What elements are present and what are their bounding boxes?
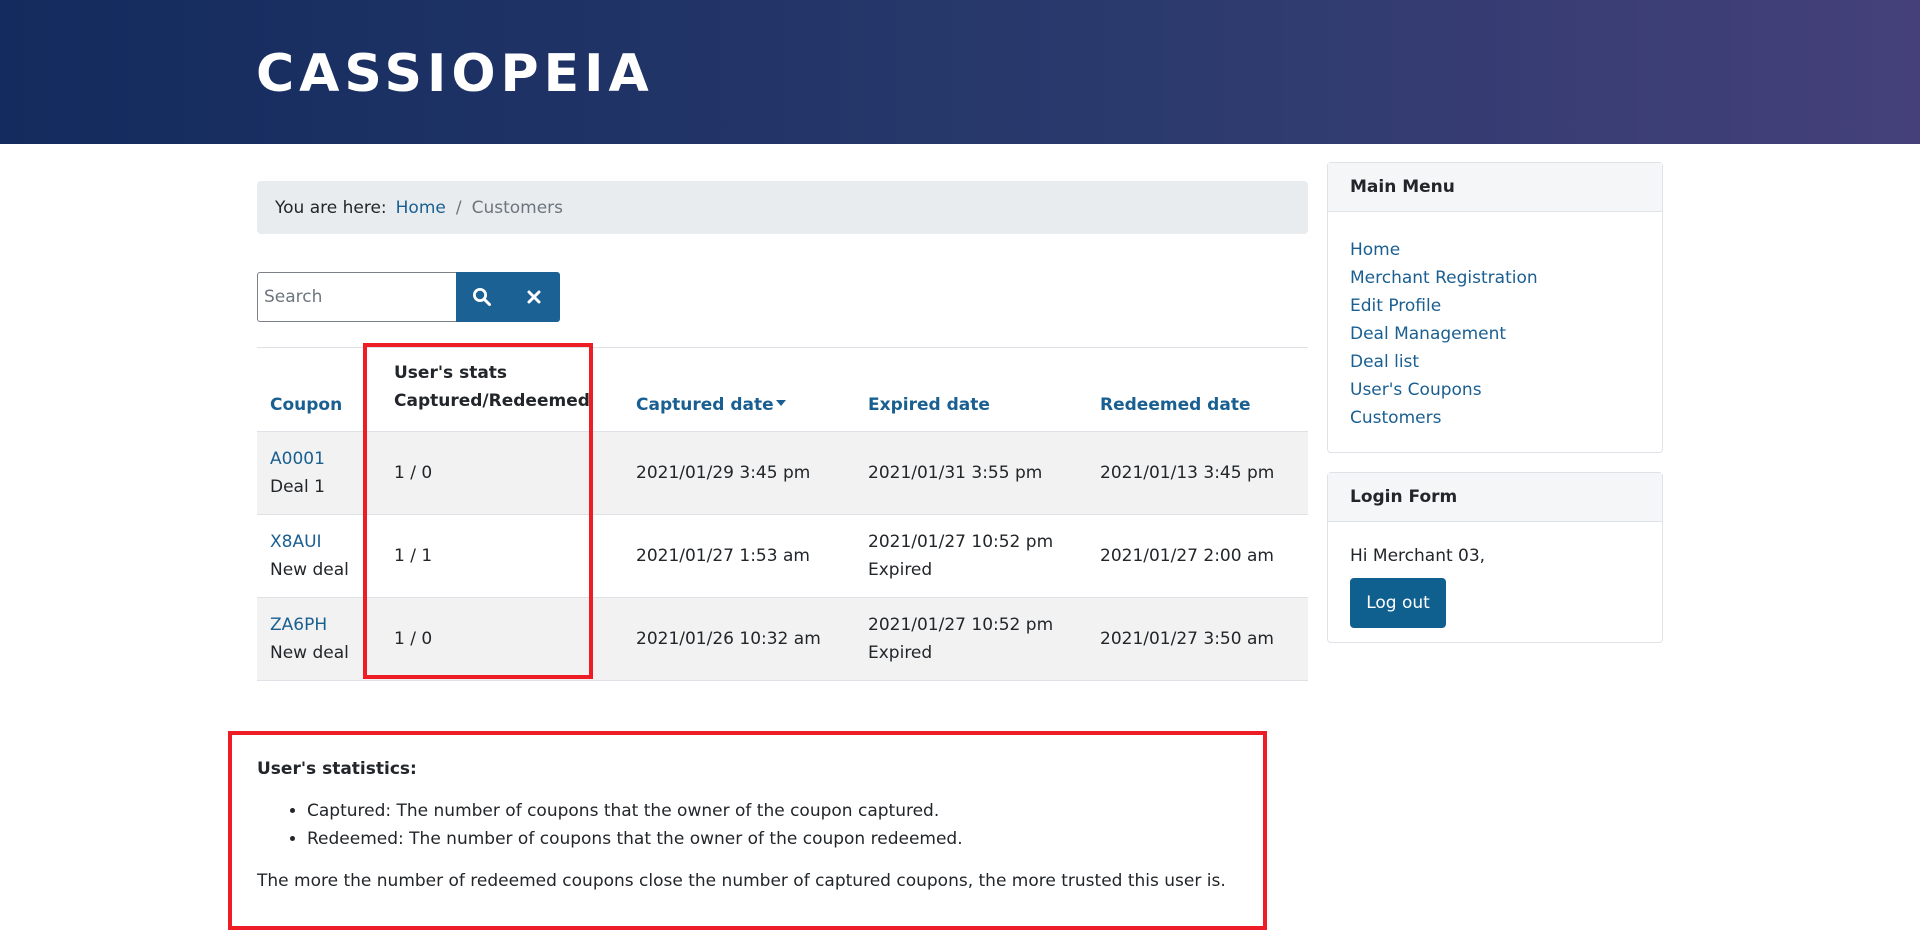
table-row: X8AUI New deal 1 / 1 2021/01/27 1:53 am 2… — [257, 514, 1308, 598]
th-stats-line2: Captured/Redeemed — [394, 390, 590, 411]
menu-link[interactable]: User's Coupons — [1350, 380, 1482, 400]
clear-search-button[interactable] — [508, 272, 560, 322]
menu-link[interactable]: Customers — [1350, 408, 1441, 428]
menu-link[interactable]: Deal Management — [1350, 324, 1506, 344]
expired-date: 2021/01/27 10:52 pm — [868, 531, 1054, 552]
menu-link[interactable]: Merchant Registration — [1350, 268, 1538, 288]
cell-expired-date: 2021/01/27 10:52 pm Expired — [855, 514, 1087, 598]
menu-item-deal-list[interactable]: Deal list — [1350, 348, 1662, 376]
cell-coupon: ZA6PH New deal — [257, 597, 381, 681]
cell-expired-date: 2021/01/27 10:52 pm Expired — [855, 597, 1087, 681]
cell-stats: 1 / 0 — [381, 431, 623, 515]
stats-info-title: User's statistics: — [257, 759, 417, 779]
site-header: CASSIOPEIA — [0, 0, 1920, 144]
search-input[interactable] — [257, 272, 456, 322]
expired-status: Expired — [868, 559, 933, 580]
login-greeting: Hi Merchant 03, — [1350, 546, 1486, 566]
main-content: You are here: Home / Customers Search Co… — [257, 181, 1308, 681]
customers-table: Coupon User's stats Captured/Redeemed Ca… — [257, 348, 1308, 681]
cell-redeemed-date: 2021/01/13 3:45 pm — [1087, 431, 1308, 515]
expired-status: Expired — [868, 642, 933, 663]
login-form-card: Login Form Hi Merchant 03, Log out — [1327, 472, 1663, 643]
cell-coupon: X8AUI New deal — [257, 514, 381, 598]
coupon-code-link[interactable]: ZA6PH — [270, 615, 327, 635]
deal-name: New deal — [270, 559, 349, 580]
menu-link[interactable]: Edit Profile — [1350, 296, 1441, 316]
menu-item-home[interactable]: Home — [1350, 236, 1662, 264]
cell-captured-date: 2021/01/29 3:45 pm — [623, 431, 855, 515]
cell-redeemed-date: 2021/01/27 3:50 am — [1087, 597, 1308, 681]
deal-name: Deal 1 — [270, 476, 325, 497]
login-form-body: Hi Merchant 03, Log out — [1328, 522, 1662, 628]
coupon-code-link[interactable]: A0001 — [270, 449, 325, 469]
expired-date: 2021/01/31 3:55 pm — [868, 462, 1043, 483]
cell-stats: 1 / 1 — [381, 514, 623, 598]
cell-stats: 1 / 0 — [381, 597, 623, 681]
table-row: A0001 Deal 1 1 / 0 2021/01/29 3:45 pm 202… — [257, 431, 1308, 515]
breadcrumb-prefix: You are here: — [275, 197, 387, 218]
menu-item-edit-profile[interactable]: Edit Profile — [1350, 292, 1662, 320]
stats-info-note: The more the number of redeemed coupons … — [257, 871, 1226, 891]
user-statistics-info: User's statistics: Captured: The number … — [257, 759, 1257, 891]
list-item: Redeemed: The number of coupons that the… — [307, 825, 1257, 853]
breadcrumb-separator: / — [455, 197, 462, 218]
th-redeemed-date[interactable]: Redeemed date — [1087, 348, 1308, 432]
menu-item-customers[interactable]: Customers — [1350, 404, 1662, 432]
coupon-code-link[interactable]: X8AUI — [270, 532, 322, 552]
cell-captured-date: 2021/01/27 1:53 am — [623, 514, 855, 598]
th-coupon-label[interactable]: Coupon — [270, 395, 342, 415]
search-button[interactable] — [456, 272, 508, 322]
expired-date: 2021/01/27 10:52 pm — [868, 614, 1054, 635]
th-expired-label[interactable]: Expired date — [868, 395, 990, 415]
stats-info-list: Captured: The number of coupons that the… — [307, 797, 1257, 853]
cell-redeemed-date: 2021/01/27 2:00 am — [1087, 514, 1308, 598]
site-brand[interactable]: CASSIOPEIA — [256, 44, 654, 104]
th-captured-label[interactable]: Captured date — [636, 395, 774, 415]
th-captured-date[interactable]: Captured date — [623, 348, 855, 432]
logout-button[interactable]: Log out — [1350, 578, 1446, 628]
main-menu-title: Main Menu — [1328, 163, 1662, 212]
cell-coupon: A0001 Deal 1 — [257, 431, 381, 515]
deal-name: New deal — [270, 642, 349, 663]
menu-link[interactable]: Deal list — [1350, 352, 1419, 372]
menu-link[interactable]: Home — [1350, 240, 1400, 260]
th-coupon[interactable]: Coupon — [257, 348, 381, 432]
breadcrumb-current: Customers — [471, 197, 564, 218]
close-icon — [527, 290, 541, 304]
th-stats-line1: User's stats — [394, 362, 508, 383]
main-menu-list: Home Merchant Registration Edit Profile … — [1328, 212, 1662, 432]
search-button-group — [456, 272, 560, 322]
login-form-title: Login Form — [1328, 473, 1662, 522]
main-menu-card: Main Menu Home Merchant Registration Edi… — [1327, 162, 1663, 453]
customers-table-wrapper: Coupon User's stats Captured/Redeemed Ca… — [257, 347, 1308, 681]
th-expired-date[interactable]: Expired date — [855, 348, 1087, 432]
breadcrumb: You are here: Home / Customers — [257, 181, 1308, 234]
table-row: ZA6PH New deal 1 / 0 2021/01/26 10:32 am … — [257, 597, 1308, 681]
th-user-stats: User's stats Captured/Redeemed — [381, 348, 623, 432]
table-header-row: Coupon User's stats Captured/Redeemed Ca… — [257, 348, 1308, 432]
breadcrumb-home-link[interactable]: Home — [396, 198, 446, 218]
search-bar — [257, 272, 1308, 322]
cell-expired-date: 2021/01/31 3:55 pm — [855, 431, 1087, 515]
list-item: Captured: The number of coupons that the… — [307, 797, 1257, 825]
search-icon — [473, 288, 491, 306]
menu-item-users-coupons[interactable]: User's Coupons — [1350, 376, 1662, 404]
cell-captured-date: 2021/01/26 10:32 am — [623, 597, 855, 681]
menu-item-deal-management[interactable]: Deal Management — [1350, 320, 1662, 348]
th-redeemed-label[interactable]: Redeemed date — [1100, 395, 1250, 415]
menu-item-merchant-registration[interactable]: Merchant Registration — [1350, 264, 1662, 292]
sort-desc-icon — [775, 399, 786, 406]
